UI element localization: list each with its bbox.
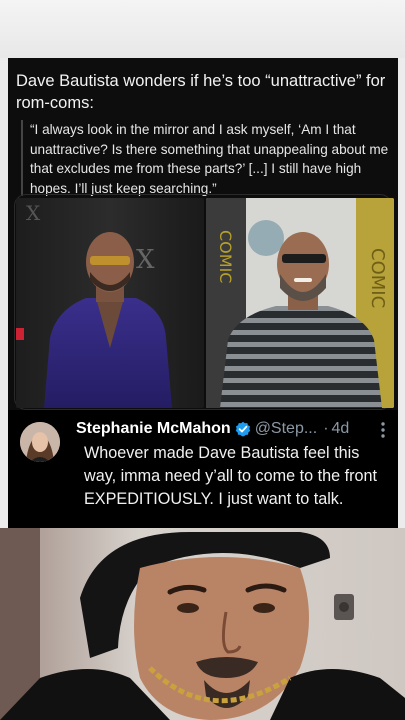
photo-striped-sweater: COMIC COMIC xyxy=(206,198,394,408)
svg-text:X: X xyxy=(26,201,41,225)
verified-badge-icon xyxy=(235,421,251,437)
top-background xyxy=(0,0,405,58)
news-headline: Dave Bautista wonders if he’s too “unatt… xyxy=(16,72,386,112)
author-name[interactable]: Stephanie McMahon xyxy=(76,420,231,438)
news-quote: “I always look in the mirror and I ask m… xyxy=(30,122,389,196)
webcam-reaction xyxy=(0,528,405,720)
svg-text:X: X xyxy=(136,245,155,275)
separator-dot: · xyxy=(323,420,329,437)
photo-purple-shirt: X X X xyxy=(16,198,204,408)
more-options-icon[interactable] xyxy=(378,420,388,440)
tweet-text: Whoever made Dave Bautista feel this way… xyxy=(84,444,378,508)
tweet-time[interactable]: 4d xyxy=(332,420,350,438)
author-row: Stephanie McMahon @Step... · 4d xyxy=(76,418,349,440)
video-frame: Dave Bautista wonders if he’s too “unatt… xyxy=(0,0,405,720)
avatar[interactable] xyxy=(20,422,60,462)
svg-text:COMIC: COMIC xyxy=(216,230,235,283)
svg-text:COMIC: COMIC xyxy=(367,248,388,308)
tweet-screenshot-card: Dave Bautista wonders if he’s too “unatt… xyxy=(8,58,398,528)
author-handle[interactable]: @Step... xyxy=(255,420,318,438)
reply-tweet[interactable]: Stephanie McMahon @Step... · 4d Whoever … xyxy=(8,410,398,528)
quote-bar xyxy=(21,120,23,196)
